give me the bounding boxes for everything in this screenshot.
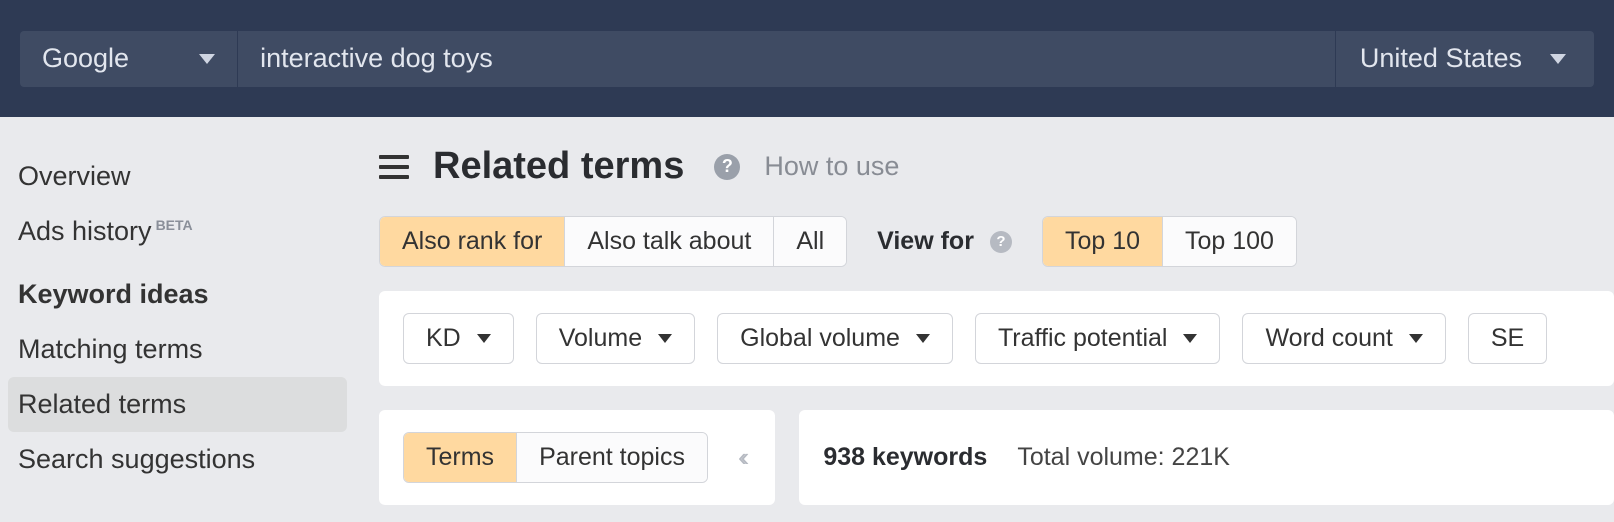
sidebar-item-overview[interactable]: Overview <box>0 149 355 204</box>
how-to-use-link[interactable]: How to use <box>764 151 899 182</box>
toggle-row: Also rank for Also talk about All View f… <box>379 216 1614 267</box>
filter-serp[interactable]: SE <box>1468 313 1547 364</box>
view-for-label: View for ? <box>877 227 1012 256</box>
filter-traffic-potential[interactable]: Traffic potential <box>975 313 1221 364</box>
view-for-top10[interactable]: Top 10 <box>1043 217 1163 266</box>
mode-also-rank-for[interactable]: Also rank for <box>380 217 565 266</box>
filter-word-count[interactable]: Word count <box>1242 313 1445 364</box>
search-engine-label: Google <box>42 43 129 74</box>
keyword-search-input[interactable] <box>237 31 1336 87</box>
total-volume: Total volume: 221K <box>1017 443 1230 472</box>
chevron-down-icon <box>1550 54 1566 64</box>
page-title: Related terms <box>433 145 684 188</box>
filter-label: KD <box>426 324 461 353</box>
topbar: Google United States <box>0 0 1614 117</box>
mode-all[interactable]: All <box>774 217 846 266</box>
sidebar-section-keyword-ideas: Keyword ideas <box>0 259 355 322</box>
search-engine-select[interactable]: Google <box>20 31 237 87</box>
beta-badge: BETA <box>156 217 193 233</box>
chevron-down-icon <box>1409 334 1423 343</box>
filter-kd[interactable]: KD <box>403 313 514 364</box>
keyword-count: 938 keywords <box>823 443 987 472</box>
sidebar-item-label: Related terms <box>18 389 186 420</box>
sidebar-item-ads-history[interactable]: Ads history BETA <box>0 204 355 259</box>
help-icon[interactable]: ? <box>714 154 740 180</box>
sidebar-item-related-terms[interactable]: Related terms <box>8 377 347 432</box>
filter-global-volume[interactable]: Global volume <box>717 313 953 364</box>
grouping-parent-topics[interactable]: Parent topics <box>517 433 707 482</box>
grouping-terms[interactable]: Terms <box>404 433 517 482</box>
filter-volume[interactable]: Volume <box>536 313 695 364</box>
sidebar-item-search-suggestions[interactable]: Search suggestions <box>0 432 355 487</box>
country-label: United States <box>1360 43 1522 74</box>
sidebar-item-matching-terms[interactable]: Matching terms <box>0 322 355 377</box>
bottom-row: Terms Parent topics ‹‹ 938 keywords Tota… <box>379 410 1614 505</box>
view-for-toggle-group: Top 10 Top 100 <box>1042 216 1297 267</box>
chevron-down-icon <box>1183 334 1197 343</box>
filters-card: KD Volume Global volume Traffic potentia… <box>379 291 1614 386</box>
country-select[interactable]: United States <box>1336 31 1594 87</box>
sidebar-item-label: Search suggestions <box>18 444 255 475</box>
sidebar-item-label: Matching terms <box>18 334 203 365</box>
main-content: Related terms ? How to use Also rank for… <box>355 117 1614 505</box>
sidebar-item-label: Overview <box>18 161 131 192</box>
help-icon[interactable]: ? <box>990 231 1012 253</box>
title-row: Related terms ? How to use <box>379 145 1614 188</box>
chevron-down-icon <box>477 334 491 343</box>
view-for-top100[interactable]: Top 100 <box>1163 217 1296 266</box>
chevron-down-icon <box>658 334 672 343</box>
grouping-card: Terms Parent topics ‹‹ <box>379 410 775 505</box>
mode-toggle-group: Also rank for Also talk about All <box>379 216 847 267</box>
chevron-down-icon <box>916 334 930 343</box>
filter-label: Word count <box>1265 324 1392 353</box>
mode-also-talk-about[interactable]: Also talk about <box>565 217 774 266</box>
chevron-down-icon <box>199 54 215 64</box>
sidebar-item-label: Ads history <box>18 216 152 247</box>
grouping-toggle-group: Terms Parent topics <box>403 432 708 483</box>
filter-label: Global volume <box>740 324 900 353</box>
collapse-icon[interactable]: ‹‹ <box>730 442 751 473</box>
filter-label: Volume <box>559 324 642 353</box>
results-summary-card: 938 keywords Total volume: 221K <box>799 410 1614 505</box>
filter-label: Traffic potential <box>998 324 1168 353</box>
menu-icon[interactable] <box>379 155 409 179</box>
sidebar: Overview Ads history BETA Keyword ideas … <box>0 117 355 505</box>
filter-label: SE <box>1491 324 1524 353</box>
